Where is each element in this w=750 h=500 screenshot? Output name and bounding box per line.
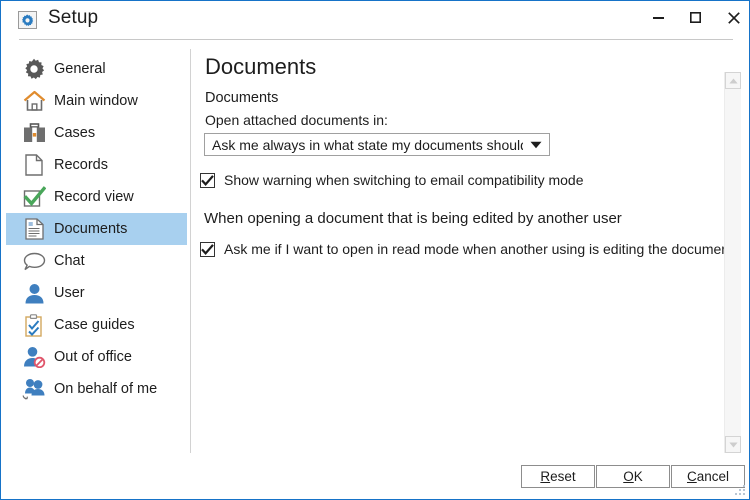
combo-label: Open attached documents in: bbox=[205, 112, 388, 128]
document-text-icon bbox=[17, 215, 51, 243]
green-check-box-icon bbox=[17, 183, 51, 211]
sidebar-item-label: Record view bbox=[54, 189, 134, 205]
sidebar-item-on-behalf-of-me[interactable]: On behalf of me bbox=[6, 373, 187, 405]
maximize-icon bbox=[690, 12, 701, 23]
sidebar-item-label: Main window bbox=[54, 93, 138, 109]
minimize-icon bbox=[653, 17, 664, 19]
page-title: Documents bbox=[205, 54, 317, 79]
close-icon bbox=[727, 11, 740, 24]
sidebar-item-label: On behalf of me bbox=[54, 381, 158, 397]
scroll-down-button[interactable] bbox=[725, 436, 741, 453]
sidebar-item-record-view[interactable]: Record view bbox=[6, 181, 187, 213]
sidebar-item-label: General bbox=[54, 61, 106, 77]
sidebar-item-out-of-office[interactable]: Out of office bbox=[6, 341, 187, 373]
briefcase-icon bbox=[17, 119, 51, 147]
cancel-button-label: Cancel bbox=[686, 469, 730, 484]
triangle-down-icon bbox=[728, 442, 738, 447]
people-swap-icon bbox=[17, 375, 51, 403]
resize-grip[interactable] bbox=[734, 484, 746, 496]
content-scrollbar[interactable] bbox=[724, 72, 741, 453]
sidebar-item-case-guides[interactable]: Case guides bbox=[6, 309, 187, 341]
gear-icon bbox=[18, 11, 37, 29]
person-blocked-icon bbox=[17, 343, 51, 371]
sidebar-item-label: Case guides bbox=[54, 317, 135, 333]
open-attached-documents-select[interactable]: Ask me always in what state my documents… bbox=[204, 133, 550, 156]
show-warning-checkbox-row[interactable]: Show warning when switching to email com… bbox=[200, 172, 584, 188]
dialog-footer: Reset OK Cancel bbox=[2, 454, 749, 499]
group-label: Documents bbox=[205, 90, 279, 106]
speech-bubble-icon bbox=[17, 247, 51, 275]
sidebar-nav: General Main window Cases Records Record… bbox=[2, 46, 191, 453]
ask-read-mode-checkbox-label: Ask me if I want to open in read mode wh… bbox=[224, 241, 733, 257]
person-icon bbox=[17, 279, 51, 307]
reset-button[interactable]: Reset bbox=[521, 465, 595, 488]
ask-read-mode-checkbox[interactable] bbox=[200, 241, 215, 257]
sidebar-item-chat[interactable]: Chat bbox=[6, 245, 187, 277]
sidebar-item-user[interactable]: User bbox=[6, 277, 187, 309]
sidebar-item-general[interactable]: General bbox=[6, 53, 187, 85]
title-separator bbox=[19, 39, 733, 40]
sidebar-item-records[interactable]: Records bbox=[6, 149, 187, 181]
sidebar-item-main-window[interactable]: Main window bbox=[6, 85, 187, 117]
ok-button[interactable]: OK bbox=[596, 465, 670, 488]
sidebar-item-label: Cases bbox=[54, 125, 96, 141]
show-warning-checkbox-label: Show warning when switching to email com… bbox=[224, 172, 584, 188]
sidebar-item-label: Documents bbox=[54, 221, 128, 237]
checkmark-icon bbox=[201, 174, 214, 186]
scroll-up-button[interactable] bbox=[725, 72, 741, 89]
sidebar-item-documents[interactable]: Documents bbox=[6, 213, 187, 245]
checkmark-icon bbox=[201, 243, 214, 255]
sidebar-item-label: Out of office bbox=[54, 349, 132, 365]
home-icon bbox=[17, 87, 51, 115]
clipboard-check-icon bbox=[17, 311, 51, 339]
combo-selected-value: Ask me always in what state my documents… bbox=[212, 136, 523, 153]
chevron-down-icon[interactable] bbox=[523, 141, 549, 149]
reset-button-label: Reset bbox=[540, 469, 576, 484]
settings-content-panel: Documents Documents Open attached docume… bbox=[191, 46, 749, 453]
sidebar-item-label: Chat bbox=[54, 253, 85, 269]
ok-button-label: OK bbox=[623, 469, 643, 484]
sidebar-item-label: User bbox=[54, 285, 85, 301]
page-icon bbox=[17, 151, 51, 179]
section-heading: When opening a document that is being ed… bbox=[204, 210, 622, 227]
sidebar-item-cases[interactable]: Cases bbox=[6, 117, 187, 149]
show-warning-checkbox[interactable] bbox=[200, 172, 215, 188]
sidebar-item-label: Records bbox=[54, 157, 108, 173]
close-button[interactable] bbox=[711, 1, 749, 34]
ask-read-mode-checkbox-row[interactable]: Ask me if I want to open in read mode wh… bbox=[200, 241, 733, 257]
setup-dialog-window: Setup General Main window Cases Records … bbox=[0, 0, 750, 500]
gear-icon bbox=[17, 55, 51, 83]
window-title: Setup bbox=[48, 7, 99, 28]
triangle-up-icon bbox=[728, 78, 738, 83]
title-bar: Setup bbox=[1, 1, 749, 39]
